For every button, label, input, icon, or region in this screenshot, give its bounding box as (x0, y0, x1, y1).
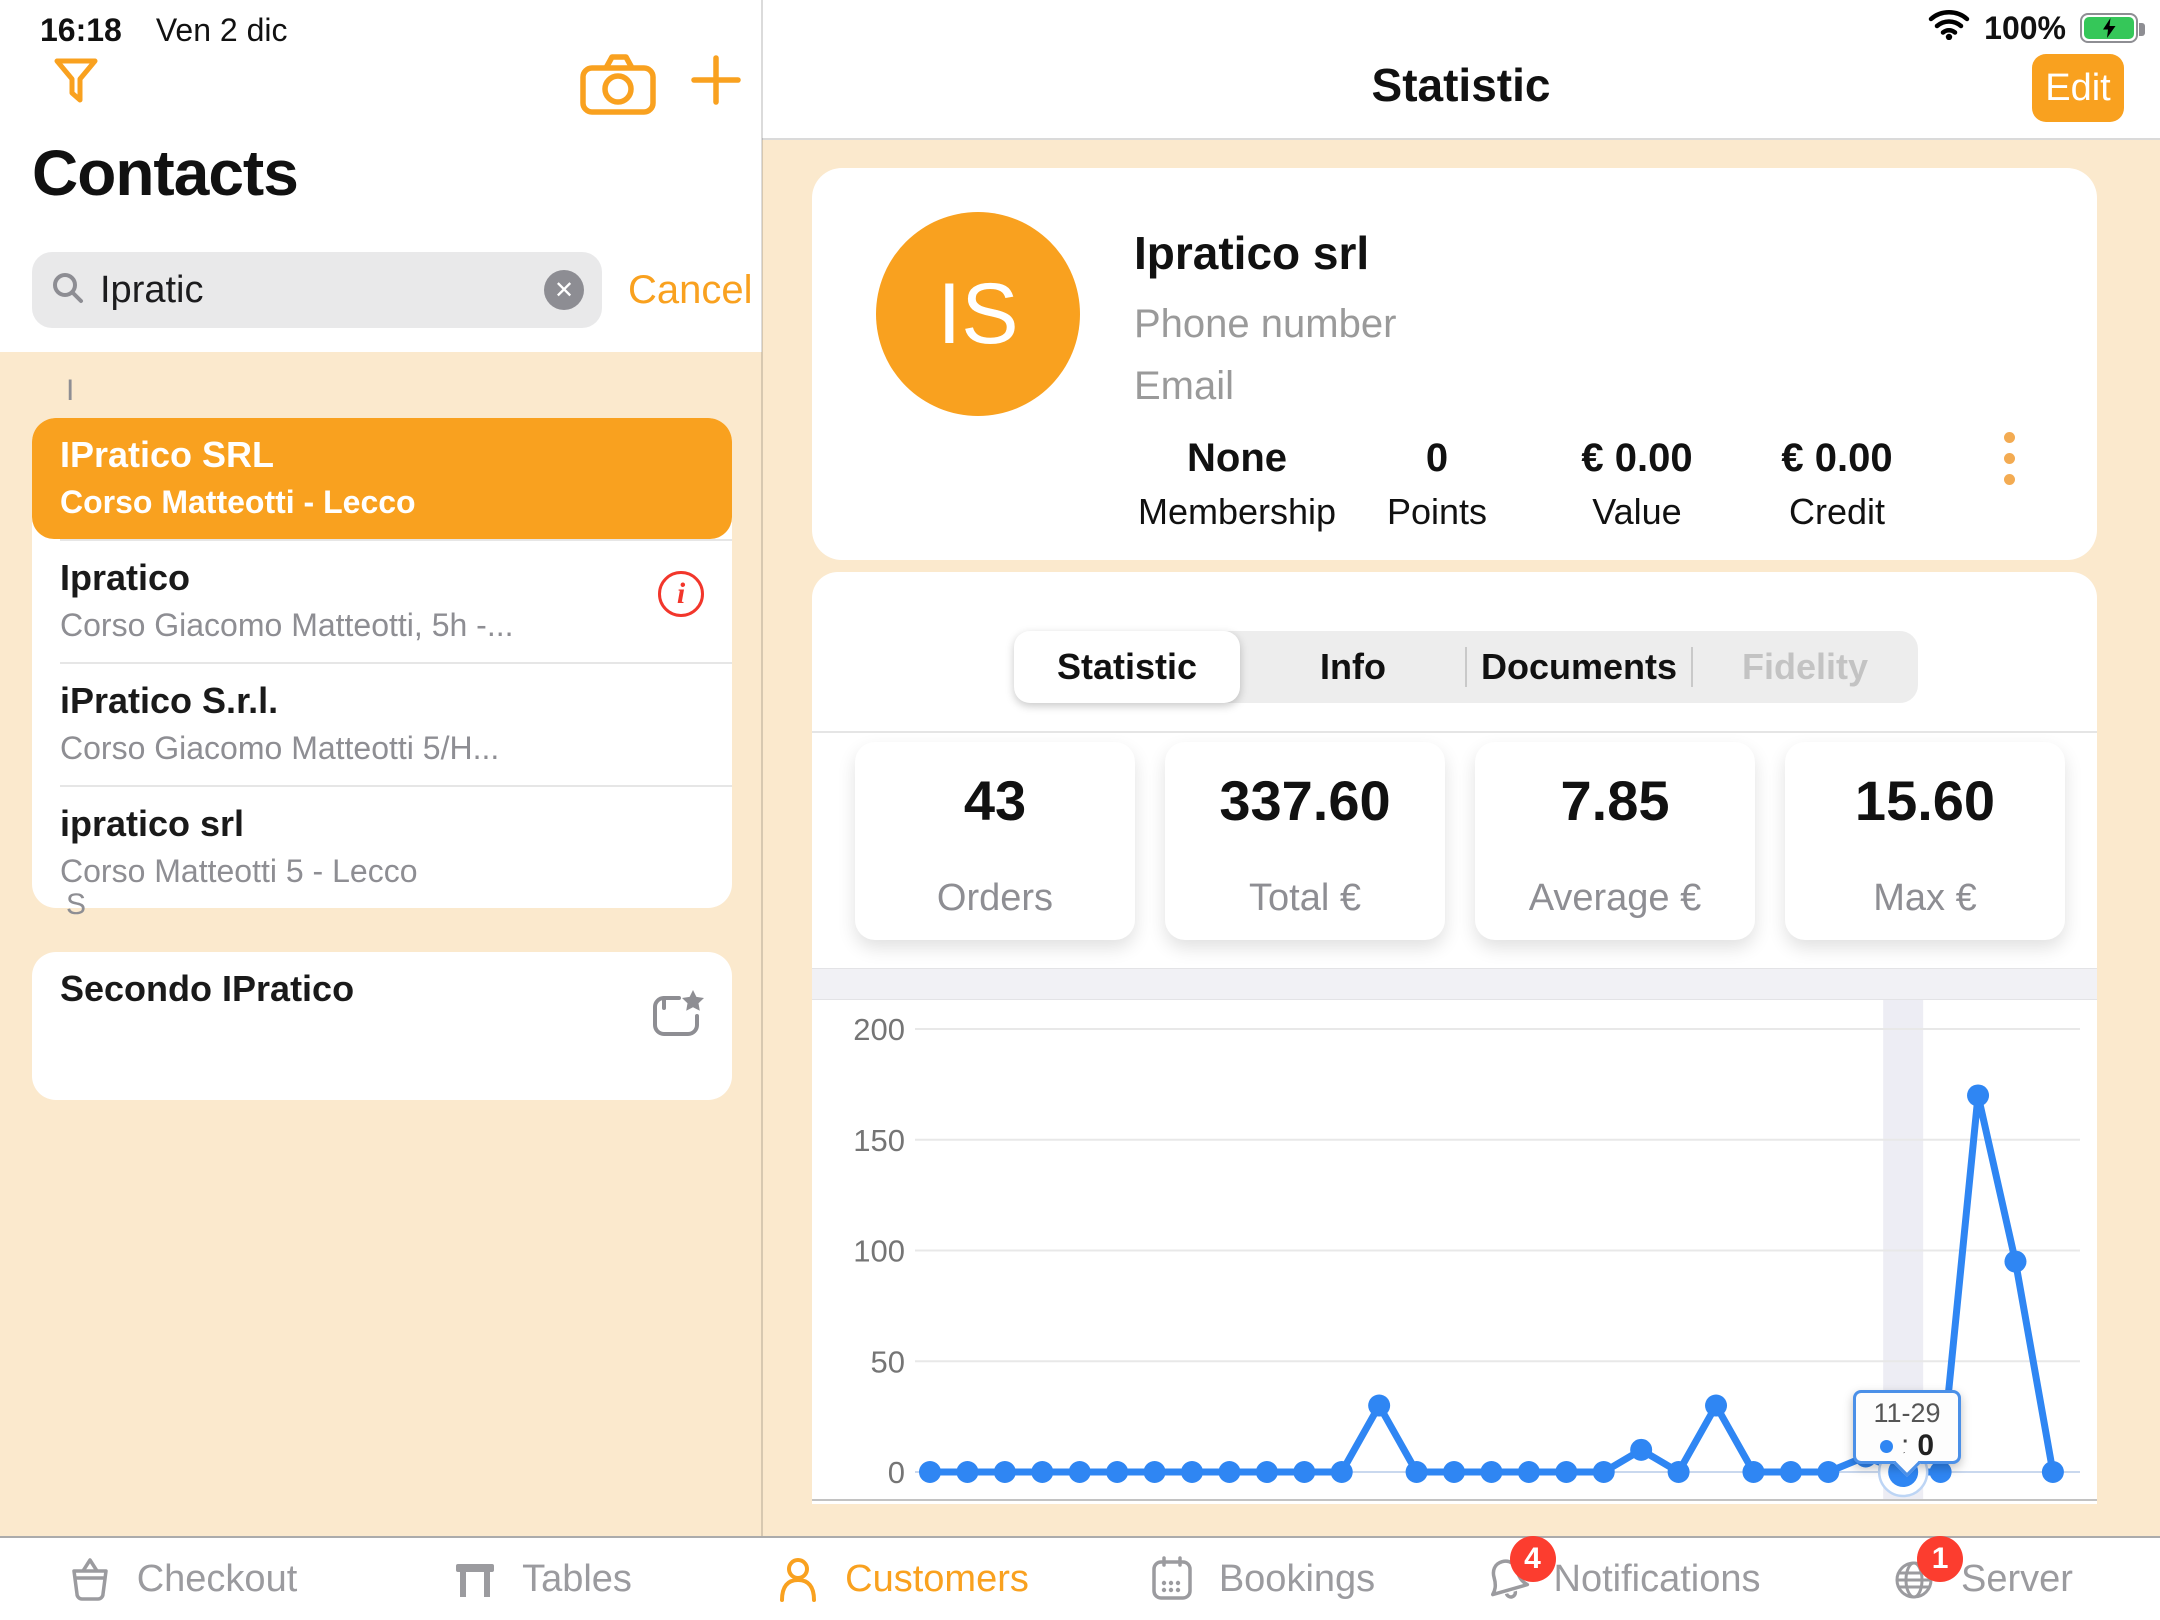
section-header-s: S (66, 888, 86, 922)
tab-server[interactable]: 1 Server (1800, 1538, 2160, 1620)
contact-list-s: Secondo IPratico (32, 952, 732, 1100)
contact-name: IPratico SRL (60, 434, 704, 476)
max-card: 15.60 Max € (1785, 742, 2065, 940)
section-header-i: I (66, 374, 74, 408)
contacts-panel: 16:18 Ven 2 dic Contacts Ipratic ✕ Cance… (0, 0, 762, 1620)
profile-stats: None Membership 0 Points € 0.00 Value € … (1137, 436, 2027, 533)
contact-row[interactable]: Secondo IPratico (32, 952, 732, 1060)
svg-text:0: 0 (888, 1455, 905, 1490)
tab-info[interactable]: Info (1240, 631, 1466, 703)
contact-address: Corso Matteotti - Lecco (60, 484, 704, 521)
table-icon (448, 1552, 502, 1606)
membership-stat: None Membership (1137, 436, 1337, 533)
orders-card: 43 Orders (855, 742, 1135, 940)
notifications-badge: 4 (1510, 1536, 1556, 1582)
contact-row[interactable]: iPratico S.r.l. Corso Giacomo Matteotti … (32, 664, 732, 785)
svg-text:200: 200 (853, 1012, 905, 1047)
clear-search-button[interactable]: ✕ (544, 270, 584, 310)
search-icon (50, 270, 86, 311)
summary-cards: 43 Orders 337.60 Total € 7.85 Average € … (855, 742, 2065, 940)
add-contact-button[interactable] (688, 52, 744, 113)
basket-icon (63, 1552, 117, 1606)
battery-icon (2080, 13, 2138, 43)
avatar: IS (876, 212, 1080, 416)
status-bar-right: 100% (1928, 8, 2138, 48)
date: Ven 2 dic (156, 12, 288, 49)
total-card: 337.60 Total € (1165, 742, 1445, 940)
contact-address: Corso Matteotti 5 - Lecco (60, 853, 704, 890)
page-title: Contacts (32, 136, 298, 210)
customer-profile-card: IS Ipratico srl Phone number Email None … (812, 168, 2097, 560)
tooltip-series-dot (1880, 1440, 1893, 1453)
info-icon[interactable]: i (658, 571, 704, 617)
plus-icon (688, 95, 744, 112)
battery-percent: 100% (1984, 10, 2066, 47)
contact-name: iPratico S.r.l. (60, 680, 704, 722)
globe-icon: 1 (1887, 1552, 1941, 1606)
chart-header-strip (812, 968, 2097, 1000)
tooltip-date: 11-29 (1856, 1398, 1958, 1429)
contact-address: Corso Giacomo Matteotti, 5h -... (60, 607, 704, 644)
more-options-button[interactable] (2004, 432, 2015, 485)
calendar-icon (1145, 1552, 1199, 1606)
detail-tabs: Statistic Info Documents Fidelity (1014, 631, 1918, 703)
server-badge: 1 (1917, 1536, 1963, 1582)
filter-button[interactable] (50, 54, 102, 119)
phone-number-field[interactable]: Phone number (1134, 302, 1396, 347)
customer-name: Ipratico srl (1134, 226, 1369, 280)
tab-documents[interactable]: Documents (1466, 631, 1692, 703)
edit-button[interactable]: Edit (2032, 54, 2124, 122)
status-bar-left: 16:18 Ven 2 dic (40, 12, 288, 49)
tab-statistic[interactable]: Statistic (1014, 631, 1240, 703)
credit-stat: € 0.00 Credit (1737, 436, 1937, 533)
tooltip-value: 0 (1917, 1429, 1934, 1463)
contact-name: Ipratico (60, 557, 704, 599)
detail-header: Statistic Edit 100% (762, 0, 2160, 140)
person-icon (771, 1552, 825, 1606)
contact-name: Secondo IPratico (60, 968, 704, 1010)
funnel-icon (50, 101, 102, 118)
contact-card-star-icon (648, 988, 706, 1049)
panel-divider (761, 0, 763, 1536)
tab-checkout[interactable]: Checkout (0, 1538, 360, 1620)
search-input[interactable]: Ipratic ✕ (32, 252, 602, 328)
bottom-tab-bar: Checkout Tables Customers (0, 1536, 2160, 1620)
section-divider (812, 731, 2097, 733)
contact-name: ipratico srl (60, 803, 704, 845)
camera-icon (578, 105, 658, 122)
svg-text:50: 50 (871, 1344, 905, 1379)
tab-fidelity[interactable]: Fidelity (1692, 631, 1918, 703)
detail-body: IS Ipratico srl Phone number Email None … (762, 140, 2160, 1536)
search-value: Ipratic (100, 269, 544, 312)
average-card: 7.85 Average € (1475, 742, 1755, 940)
contact-row-selected[interactable]: IPratico SRL Corso Matteotti - Lecco (32, 418, 732, 539)
contact-row[interactable]: Ipratico Corso Giacomo Matteotti, 5h -..… (32, 541, 732, 662)
bell-icon: 4 (1480, 1552, 1534, 1606)
clock: 16:18 (40, 12, 122, 49)
email-field[interactable]: Email (1134, 364, 1234, 409)
camera-button[interactable] (578, 52, 658, 123)
contact-row[interactable]: ipratico srl Corso Matteotti 5 - Lecco (32, 787, 732, 908)
svg-text:150: 150 (853, 1123, 905, 1158)
points-stat: 0 Points (1337, 436, 1537, 533)
tab-tables[interactable]: Tables (360, 1538, 720, 1620)
tab-bookings[interactable]: Bookings (1080, 1538, 1440, 1620)
statistic-section: Statistic Info Documents Fidelity 43 Ord… (812, 572, 2097, 1504)
tab-notifications[interactable]: 4 Notifications (1440, 1538, 1800, 1620)
contact-address: Corso Giacomo Matteotti 5/H... (60, 730, 704, 767)
chart-tooltip: 11-29 : 0 (1853, 1390, 1961, 1464)
svg-text:100: 100 (853, 1234, 905, 1269)
value-stat: € 0.00 Value (1537, 436, 1737, 533)
detail-title: Statistic (762, 58, 2160, 112)
tab-customers[interactable]: Customers (720, 1538, 1080, 1620)
cancel-search-button[interactable]: Cancel (628, 268, 753, 313)
contact-list: IPratico SRL Corso Matteotti - Lecco Ipr… (32, 418, 732, 908)
wifi-icon (1928, 8, 1970, 48)
